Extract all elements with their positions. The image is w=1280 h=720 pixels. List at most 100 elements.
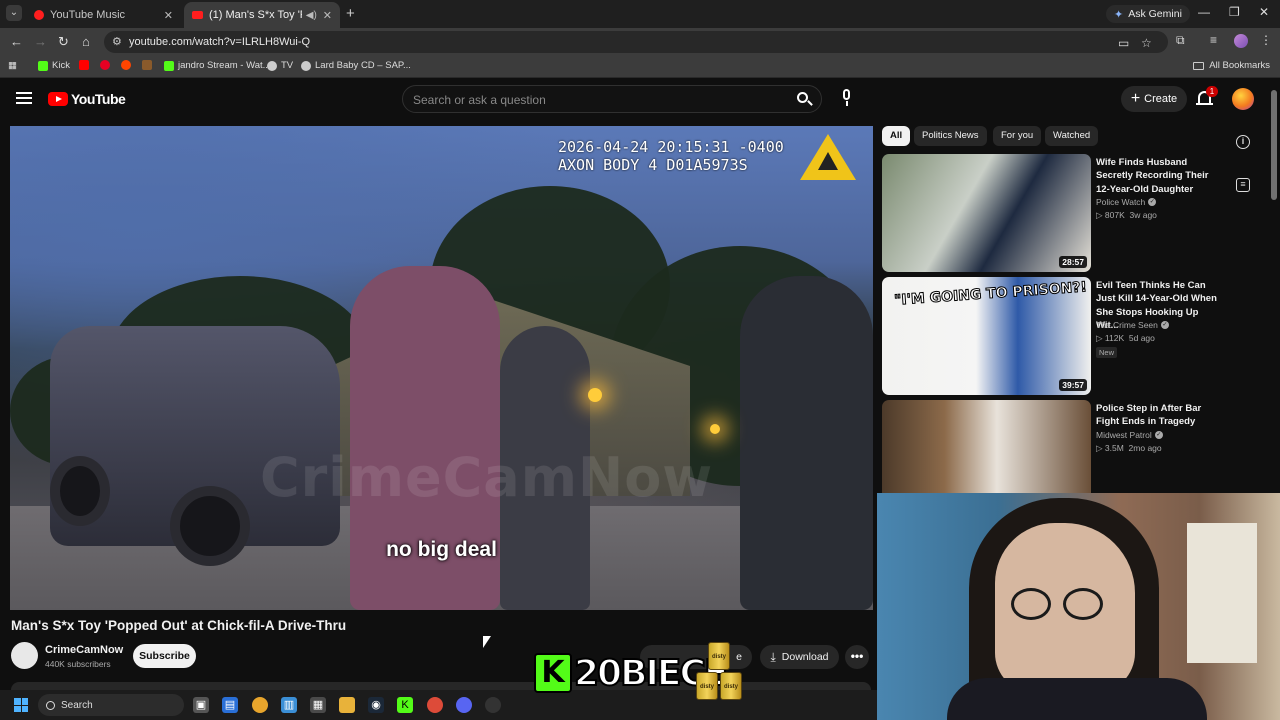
calculator-icon[interactable]: ▦	[310, 697, 326, 713]
axon-logo	[800, 134, 856, 180]
bookmark-reddit[interactable]	[121, 60, 131, 70]
notifications-bell-icon[interactable]: 1	[1196, 86, 1218, 109]
chip-watched[interactable]: Watched	[1045, 126, 1099, 146]
address-bar[interactable]: ⚙ youtube.com/watch?v=ILRLH8Wui-Q ▭ ☆	[104, 31, 1168, 53]
more-actions-button[interactable]: •••	[845, 645, 869, 669]
bookmark-tv[interactable]: TV	[267, 60, 293, 71]
recommendation-channel[interactable]: The Crime Seen ✓	[1096, 320, 1169, 330]
chip-politics-news[interactable]: Politics News	[914, 126, 987, 146]
channel-name[interactable]: CrimeCamNow	[45, 644, 123, 656]
chat-icon[interactable]: ≡	[1236, 178, 1250, 192]
tab-current-video[interactable]: (1) Man's S*x Toy 'Popped O ◀) ✕	[184, 2, 340, 28]
recommendation-meta: ▷ 807K 3w ago	[1096, 210, 1157, 220]
forward-icon[interactable]: →	[34, 34, 47, 49]
tab-title: YouTube Music	[50, 9, 126, 21]
restore-icon[interactable]: ❐	[1229, 5, 1240, 19]
photos-icon[interactable]: ▥	[281, 697, 297, 713]
youtube-play-icon	[48, 92, 68, 106]
verified-icon: ✓	[1148, 198, 1157, 206]
widgets-icon[interactable]: ▤	[222, 697, 238, 713]
tab-title: (1) Man's S*x Toy 'Popped O	[209, 9, 302, 21]
info-icon[interactable]: i	[1236, 135, 1250, 149]
kebab-menu-icon[interactable]: ⋮	[1260, 33, 1272, 47]
all-bookmarks-button[interactable]: All Bookmarks	[1193, 60, 1270, 71]
download-button[interactable]: ⤓ Download	[760, 645, 839, 669]
bookmark-youtube[interactable]	[79, 60, 89, 70]
apps-grid-icon[interactable]: ▦	[8, 60, 17, 71]
bodycam-timestamp: 2026-04-24 20:15:31 -0400 AXON BODY 4 D01…	[558, 138, 784, 174]
device-id-line: AXON BODY 4 D01A5973S	[558, 156, 748, 174]
channel-name: Midwest Patrol	[1096, 430, 1152, 440]
task-view-icon[interactable]: ▣	[193, 697, 209, 713]
recommendation-meta: ▷ 3.5M 2mo ago	[1096, 443, 1162, 453]
tab-youtube-music[interactable]: YouTube Music ✕	[26, 2, 181, 28]
kick-icon	[38, 60, 48, 71]
new-tab-icon[interactable]: +	[346, 5, 355, 22]
verified-icon: ✓	[1160, 321, 1169, 329]
search-input[interactable]	[413, 91, 783, 109]
windows-start-icon[interactable]	[14, 698, 28, 712]
channel-watermark: CrimeCamNow	[260, 446, 714, 509]
reload-icon[interactable]: ↻	[58, 34, 69, 50]
file-explorer-icon[interactable]	[339, 697, 355, 713]
verified-icon: ✓	[1154, 431, 1163, 439]
taskbar-search[interactable]: Search	[38, 694, 184, 716]
youtube-logo[interactable]: YouTube	[48, 91, 126, 107]
browser-tab-strip: ⌄ YouTube Music ✕ (1) Man's S*x Toy 'Pop…	[0, 0, 1280, 28]
chrome-icon[interactable]	[427, 697, 443, 713]
extensions-icon[interactable]: ⧉	[1176, 33, 1185, 48]
tab-search-icon[interactable]: ⌄	[6, 5, 22, 21]
download-icon: ⤓	[770, 649, 776, 664]
steam-icon[interactable]: ◉	[368, 697, 384, 713]
youtube-header: YouTube + Create 1	[0, 79, 1280, 121]
recommendation-channel[interactable]: Midwest Patrol ✓	[1096, 430, 1163, 440]
obs-icon[interactable]	[485, 697, 501, 713]
discord-icon[interactable]	[456, 697, 472, 713]
bookmark-lard-baby[interactable]: Lard Baby CD – SAP...	[301, 60, 411, 71]
recommendation-channel[interactable]: Police Watch ✓	[1096, 197, 1157, 207]
video-player[interactable]: CrimeCamNow 2026-04-24 20:15:31 -0400 AXO…	[10, 126, 873, 610]
create-label: Create	[1144, 93, 1178, 105]
bookmark-jandro-stream[interactable]: jandro Stream - Wat...	[164, 60, 271, 71]
media-controls-icon[interactable]: ≡	[1210, 33, 1217, 47]
subscribe-button[interactable]: Subscribe	[133, 644, 196, 668]
cast-icon[interactable]: ▭	[1118, 36, 1129, 50]
close-icon[interactable]: ✕	[323, 9, 332, 22]
profile-avatar[interactable]	[1234, 34, 1248, 48]
home-icon[interactable]: ⌂	[82, 34, 90, 49]
mouse-cursor	[483, 636, 491, 648]
bookmark-minecraft[interactable]	[142, 60, 152, 70]
minimize-icon[interactable]: —	[1198, 5, 1210, 19]
site-info-icon[interactable]: ⚙	[112, 35, 122, 48]
back-icon[interactable]: ←	[10, 34, 23, 49]
bookmark-kick[interactable]: Kick	[38, 60, 70, 71]
page-scrollbar[interactable]	[1271, 90, 1277, 200]
bookmark-pinterest[interactable]	[100, 60, 110, 70]
microphone-icon[interactable]	[836, 87, 858, 109]
chip-all[interactable]: All	[882, 126, 911, 146]
hamburger-menu-icon[interactable]	[16, 92, 32, 104]
video-thumbnail[interactable]: 28:57	[882, 154, 1091, 272]
pinterest-icon	[100, 60, 110, 70]
bookmark-star-icon[interactable]: ☆	[1141, 36, 1152, 50]
channel-avatar[interactable]	[11, 642, 38, 669]
kick-icon[interactable]: K	[397, 697, 413, 713]
create-button[interactable]: + Create	[1121, 86, 1187, 112]
bookmark-label: Lard Baby CD – SAP...	[315, 60, 411, 71]
chip-for-you[interactable]: For you	[993, 126, 1042, 146]
minecraft-icon	[142, 60, 152, 70]
recommendation-title[interactable]: Wife Finds Husband Secretly Recording Th…	[1096, 156, 1220, 196]
speaker-icon[interactable]: ◀)	[306, 10, 317, 21]
close-icon[interactable]: ✕	[164, 9, 173, 22]
duration-badge: 39:57	[1059, 379, 1087, 391]
edge-icon[interactable]	[252, 697, 268, 713]
ask-gemini-button[interactable]: ✦ Ask Gemini	[1106, 5, 1190, 23]
video-thumbnail[interactable]: "I'M GOING TO PRISON?! 39:57	[882, 277, 1091, 395]
close-window-icon[interactable]: ✕	[1259, 5, 1269, 19]
recommendation-title[interactable]: Police Step in After Bar Fight Ends in T…	[1096, 402, 1220, 429]
search-icon[interactable]	[793, 89, 815, 111]
browser-toolbar: ← → ↻ ⌂ ⚙ youtube.com/watch?v=ILRLH8Wui-…	[0, 28, 1280, 56]
thumbnail-text: "I'M GOING TO PRISON?!	[893, 279, 1088, 309]
video-caption: no big deal	[10, 538, 873, 562]
user-avatar[interactable]	[1232, 88, 1254, 110]
